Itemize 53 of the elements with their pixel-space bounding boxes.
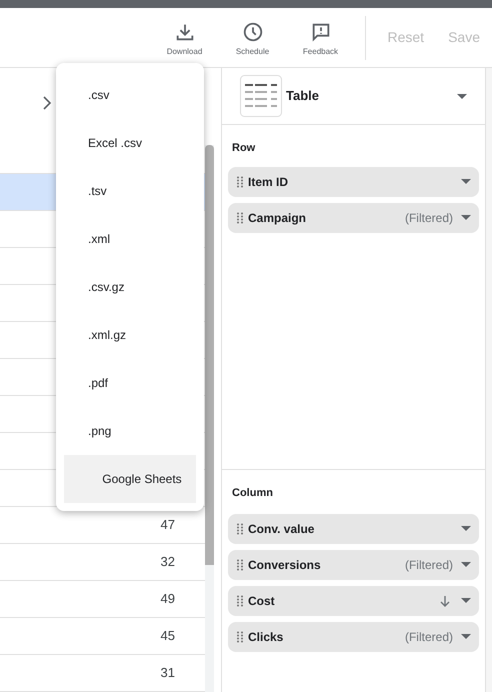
section-title: Row [231,141,256,156]
field-chip[interactable]: Clicks (Filtered) [228,622,479,652]
chart-type-selector[interactable]: Table [222,68,485,125]
menu-item[interactable]: .xml [64,215,196,263]
table-cell-text: 49 [160,590,175,608]
field-chip[interactable]: Conv. value [228,514,479,544]
field-label: Campaign [248,210,306,226]
table-cell-text: 45 [160,627,175,646]
drag-handle-icon [236,630,244,642]
drag-handle-icon [236,594,244,606]
menu-item[interactable]: Excel .csv [64,119,196,167]
menu-item[interactable]: .png [64,407,196,455]
caret-icon [461,215,471,220]
toolbar-button[interactable]: Schedule [218,17,286,58]
field-chip[interactable]: Cost [228,586,479,616]
section-title: Column [231,486,274,501]
field-chip[interactable]: Item ID [228,166,479,196]
caret-icon [461,562,471,567]
toolbar-button[interactable]: Download [150,17,218,58]
field-label: Conv. value [248,520,314,538]
table-cell-text: 32 [160,553,175,572]
table-icon [240,75,282,117]
toolbar-button[interactable]: Feedback [286,17,354,58]
menu-item[interactable]: .csv [64,71,196,119]
menu-item[interactable]: .csv.gz [64,263,196,311]
clock-icon [242,21,264,43]
arrow-down-icon [439,594,451,606]
menu-item[interactable]: .xml.gz [64,311,196,359]
caret-icon [461,634,471,639]
field-chip[interactable]: Campaign (Filtered) [228,202,479,232]
caret-icon [461,526,471,531]
filter-note: (Filtered) [404,556,453,574]
menu-item[interactable]: Google Sheets [64,455,196,503]
field-label: Clicks [248,628,284,646]
field-label: Item ID [248,174,288,190]
table-cell-text: 31 [160,664,175,682]
filter-note: (Filtered) [404,628,453,646]
field-chip[interactable]: Conversions (Filtered) [228,550,479,580]
drag-handle-icon [236,522,244,534]
menu-item[interactable]: .pdf [64,359,196,407]
drag-handle-icon [236,212,244,224]
menu-item[interactable]: .tsv [64,167,196,215]
scrollbar-thumb[interactable] [205,145,214,565]
filter-note: (Filtered) [404,210,453,226]
field-label: Cost [248,592,275,610]
field-label: Conversions [248,556,321,574]
caret-icon [457,94,467,98]
drag-handle-icon [236,176,244,188]
chevron-right-icon[interactable] [42,94,52,110]
caret-icon [461,179,471,184]
table-cell-text: 47 [160,516,175,534]
drag-handle-icon [236,558,244,570]
caret-icon [461,598,471,603]
